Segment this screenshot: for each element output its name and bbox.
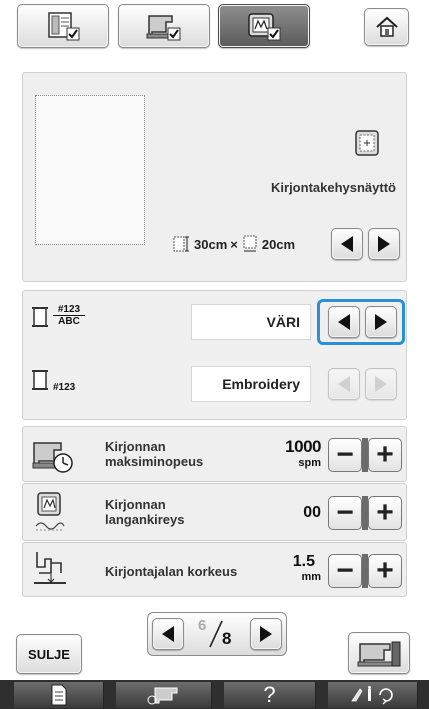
- frame-height-value: 20cm: [261, 236, 296, 252]
- foot-height-decrease-button[interactable]: −: [328, 554, 362, 588]
- pager: 6 8: [147, 612, 287, 656]
- tab-machine-settings[interactable]: [17, 4, 109, 48]
- thread-number-icon: [32, 370, 48, 390]
- close-button-label: SULJE: [28, 646, 70, 662]
- page-total: 8: [222, 629, 232, 648]
- max-speed-panel: Kirjonnan maksiminopeus 1000 spm − +: [22, 426, 407, 482]
- tension-label-line2: langankireys: [105, 512, 185, 527]
- arrow-right-icon: [378, 236, 390, 252]
- document-icon: [51, 684, 66, 706]
- tutorial-button[interactable]: [116, 682, 212, 708]
- frame-height-icon: [173, 236, 189, 252]
- help-icon: ?: [263, 682, 276, 707]
- tension-increase-button[interactable]: +: [368, 496, 402, 530]
- arrow-left-icon: [338, 314, 350, 330]
- max-speed-unit: spm: [298, 457, 321, 469]
- minus-icon: −: [336, 554, 354, 587]
- arrow-left-icon: [162, 626, 174, 642]
- foot-height-value: 1.5: [292, 553, 315, 570]
- thread-settings-panel: #123 ABC VÄRI #123 Embroidery: [22, 290, 407, 420]
- machine-tutorial-icon: [147, 687, 177, 705]
- frame-next-button[interactable]: [368, 228, 400, 260]
- arrow-right-icon: [260, 626, 272, 642]
- page-prev-button[interactable]: [152, 618, 184, 650]
- foot-height-unit: mm: [301, 571, 321, 583]
- plus-icon: +: [376, 496, 394, 529]
- arrow-left-icon: [341, 236, 353, 252]
- thread-number-next-button[interactable]: [365, 368, 397, 400]
- frame-preview: [35, 95, 145, 245]
- tab-sewing-settings[interactable]: [118, 4, 210, 48]
- thread-color-icon-top: #123: [53, 304, 85, 316]
- thread-color-value: VÄRI: [191, 304, 311, 340]
- frame-display-title: Kirjontakehysnäyttö: [271, 180, 396, 195]
- arrow-left-icon: [338, 376, 350, 392]
- max-speed-label-line2: maksiminopeus: [105, 454, 204, 469]
- tab-embroidery-settings[interactable]: [218, 4, 310, 48]
- minus-icon: −: [336, 438, 354, 471]
- page-current: 6: [198, 617, 207, 634]
- manual-button[interactable]: [14, 682, 104, 708]
- frame-width-value: 30cm: [194, 236, 228, 252]
- max-speed-label: Kirjonnan maksiminopeus: [105, 439, 203, 469]
- thread-color-icon-text: #123 ABC: [53, 304, 85, 327]
- thread-number-prev-button[interactable]: [328, 368, 360, 400]
- tension-label-line1: Kirjonnan: [105, 497, 166, 512]
- arrow-right-icon: [375, 376, 387, 392]
- tension-icon: [35, 492, 65, 531]
- page-indicator: 6 8: [190, 617, 244, 651]
- tools-icon: [350, 686, 393, 705]
- arrow-right-icon: [375, 314, 387, 330]
- foot-height-increase-button[interactable]: +: [368, 554, 402, 588]
- plus-icon: +: [376, 554, 394, 587]
- thread-color-icon: [32, 307, 48, 327]
- foot-height-panel: Kirjontajalan korkeus 1.5 mm − +: [22, 542, 407, 597]
- sewing-settings-icon: [146, 15, 181, 41]
- tension-panel: Kirjonnan langankireys 00 − +: [22, 483, 407, 541]
- machine-view-button[interactable]: [348, 632, 410, 674]
- help-button[interactable]: ?: [224, 682, 316, 708]
- frame-size-readout: 30cm × 20cm: [173, 233, 319, 255]
- minus-icon: −: [336, 496, 354, 529]
- frame-display-icon: [355, 130, 379, 156]
- max-speed-icon: [32, 442, 73, 473]
- thread-color-next-button[interactable]: [365, 306, 397, 338]
- presser-foot-height-icon: [34, 552, 66, 584]
- thread-number-value: Embroidery: [191, 366, 311, 402]
- machine-settings-icon: [48, 12, 80, 41]
- plus-icon: +: [376, 438, 394, 471]
- frame-display-panel: Kirjontakehysnäyttö 30cm × 20cm: [22, 72, 407, 282]
- tension-value: 00: [303, 504, 321, 521]
- frame-size-times: ×: [230, 236, 238, 252]
- thread-color-icon-bottom: ABC: [58, 316, 80, 327]
- max-speed-value: 1000: [285, 437, 321, 456]
- thread-color-prev-button[interactable]: [328, 306, 360, 338]
- bottom-toolbar: ?: [0, 680, 429, 709]
- page-next-button[interactable]: [250, 618, 282, 650]
- tension-decrease-button[interactable]: −: [328, 496, 362, 530]
- max-speed-increase-button[interactable]: +: [368, 438, 402, 472]
- home-button[interactable]: [364, 8, 409, 46]
- frame-prev-button[interactable]: [331, 228, 363, 260]
- close-button[interactable]: SULJE: [16, 634, 82, 674]
- foot-height-label: Kirjontajalan korkeus: [105, 564, 238, 579]
- home-icon: [375, 16, 398, 37]
- settings-tools-button[interactable]: [328, 682, 418, 708]
- thread-number-icon-text: #123: [53, 382, 76, 393]
- max-speed-label-line1: Kirjonnan: [105, 439, 166, 454]
- tension-label: Kirjonnan langankireys: [105, 497, 185, 527]
- max-speed-decrease-button[interactable]: −: [328, 438, 362, 472]
- embroidery-settings-icon: [248, 13, 281, 41]
- sewing-machine-icon: [357, 641, 401, 667]
- frame-width-icon: [243, 235, 257, 252]
